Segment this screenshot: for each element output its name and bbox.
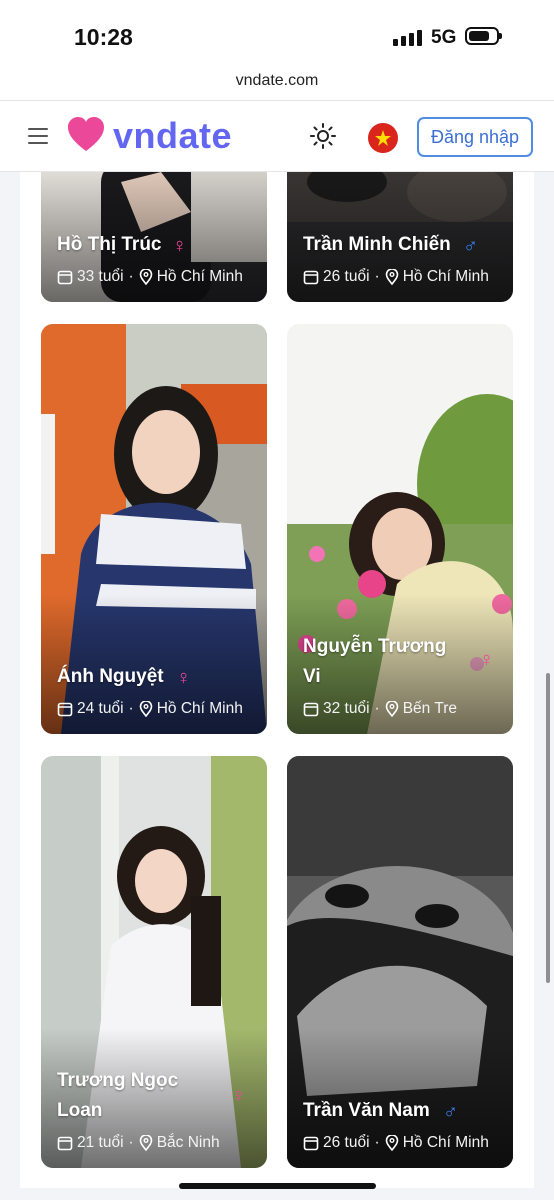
- profile-meta: 33 tuổi · Hồ Chí Minh: [57, 268, 243, 286]
- status-time: 10:28: [74, 24, 133, 50]
- battery-icon: [465, 27, 502, 45]
- location-pin-icon: [139, 701, 153, 717]
- profile-name: Hồ Thị Trúc: [57, 234, 162, 255]
- female-icon: ♀: [176, 667, 191, 689]
- profile-age: 26 tuổi: [323, 1134, 370, 1151]
- brand-logo-text[interactable]: vndate: [113, 115, 232, 157]
- profile-city: Hồ Chí Minh: [156, 700, 243, 717]
- location-pin-icon: [385, 269, 399, 285]
- female-icon: ♀: [231, 1085, 246, 1107]
- heart-logo-icon[interactable]: [66, 115, 106, 155]
- address-bar[interactable]: vndate.com: [0, 66, 554, 100]
- status-bar: 10:28 5G: [0, 0, 554, 66]
- sun-icon[interactable]: [309, 122, 337, 150]
- profile-name: Trương Ngọc Loan: [57, 1070, 179, 1121]
- male-icon: ♂: [463, 235, 478, 257]
- profile-meta: 24 tuổi · Hồ Chí Minh: [57, 700, 243, 718]
- profile-city: Hồ Chí Minh: [402, 1134, 489, 1151]
- profile-card[interactable]: Trần Minh Chiến ♂ 26 tuổi · Hồ Chí Minh: [287, 172, 513, 302]
- url-text: vndate.com: [235, 72, 319, 89]
- profile-city: Bến Tre: [402, 700, 457, 717]
- network-label: 5G: [431, 27, 457, 48]
- calendar-icon: [57, 270, 73, 285]
- location-pin-icon: [139, 1135, 153, 1151]
- profile-city: Hồ Chí Minh: [156, 268, 243, 285]
- signal-icon: [393, 30, 423, 46]
- profile-meta: 21 tuổi · Bắc Ninh: [57, 1134, 220, 1152]
- profile-name: Trần Văn Nam: [303, 1100, 430, 1121]
- calendar-icon: [303, 1136, 319, 1151]
- profile-name: Trần Minh Chiến: [303, 234, 451, 255]
- profile-age: 33 tuổi: [77, 268, 124, 285]
- profile-card[interactable]: Nguyễn Trương Vi ♀ 32 tuổi · Bến Tre: [287, 324, 513, 734]
- profile-card[interactable]: Trương Ngọc Loan ♀ 21 tuổi · Bắc Ninh: [41, 756, 267, 1168]
- calendar-icon: [57, 702, 73, 717]
- site-header: vndate Đăng nhập: [0, 100, 554, 172]
- profile-grid: Hồ Thị Trúc ♀ 33 tuổi · Hồ Chí Minh Trần…: [20, 172, 534, 1188]
- login-button[interactable]: Đăng nhập: [417, 117, 533, 157]
- profile-meta: 26 tuổi · Hồ Chí Minh: [303, 268, 489, 286]
- profile-age: 21 tuổi: [77, 1134, 124, 1151]
- home-indicator[interactable]: [179, 1183, 376, 1189]
- male-icon: ♂: [443, 1101, 458, 1123]
- profile-meta: 26 tuổi · Hồ Chí Minh: [303, 1134, 489, 1152]
- profile-age: 32 tuổi: [323, 700, 370, 717]
- profile-name: Ánh Nguyệt: [57, 666, 164, 687]
- scrollbar[interactable]: [546, 673, 550, 983]
- female-icon: ♀: [172, 235, 187, 257]
- calendar-icon: [303, 702, 319, 717]
- profile-card[interactable]: Trần Văn Nam ♂ 26 tuổi · Hồ Chí Minh: [287, 756, 513, 1168]
- calendar-icon: [57, 1136, 73, 1151]
- profile-card[interactable]: Ánh Nguyệt ♀ 24 tuổi · Hồ Chí Minh: [41, 324, 267, 734]
- location-pin-icon: [385, 1135, 399, 1151]
- profile-grid-area: Hồ Thị Trúc ♀ 33 tuổi · Hồ Chí Minh Trần…: [0, 172, 554, 1200]
- location-pin-icon: [385, 701, 399, 717]
- calendar-icon: [303, 270, 319, 285]
- profile-name: Nguyễn Trương Vi: [303, 636, 447, 687]
- profile-city: Hồ Chí Minh: [402, 268, 489, 285]
- vietnam-flag-icon[interactable]: [368, 123, 398, 153]
- female-icon: ♀: [479, 649, 494, 671]
- profile-city: Bắc Ninh: [156, 1134, 220, 1151]
- profile-card[interactable]: Hồ Thị Trúc ♀ 33 tuổi · Hồ Chí Minh: [41, 172, 267, 302]
- menu-icon[interactable]: [28, 126, 50, 146]
- profile-age: 26 tuổi: [323, 268, 370, 285]
- profile-age: 24 tuổi: [77, 700, 124, 717]
- location-pin-icon: [139, 269, 153, 285]
- profile-meta: 32 tuổi · Bến Tre: [303, 700, 457, 718]
